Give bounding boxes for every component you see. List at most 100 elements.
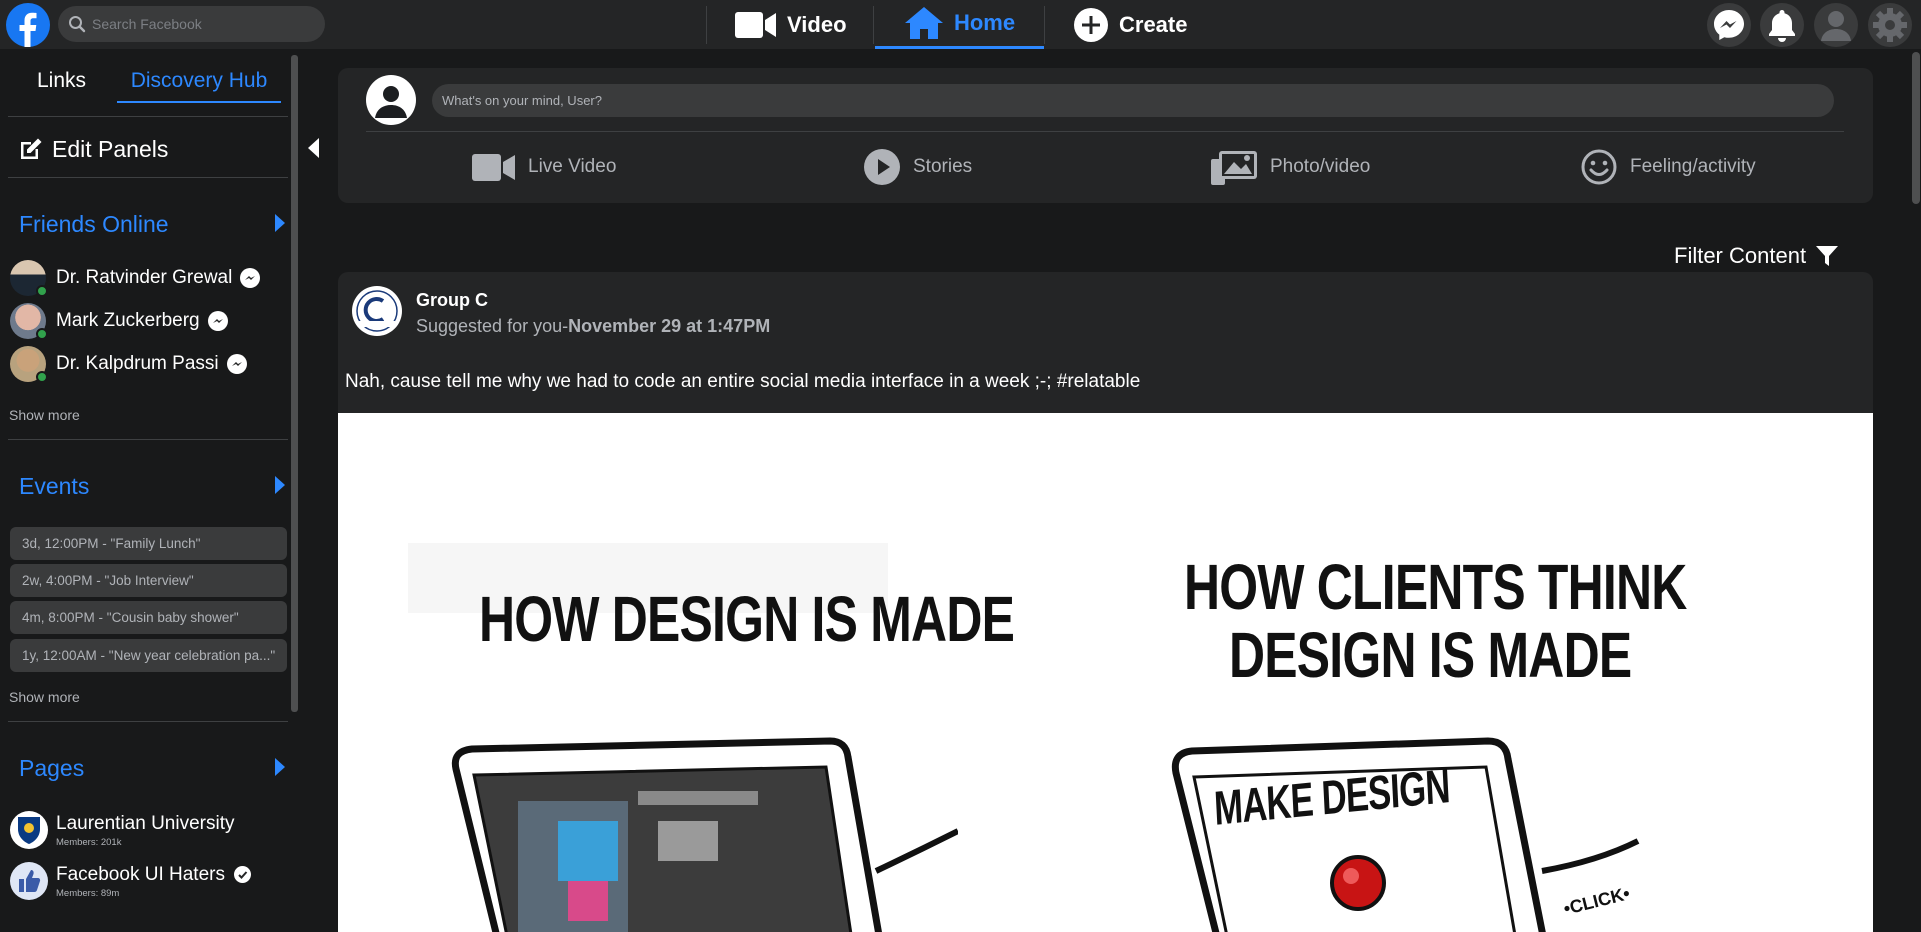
events-heading[interactable]: Events (19, 473, 89, 500)
friends-show-more-link[interactable]: Show more (9, 407, 80, 423)
page-item[interactable]: Facebook UI Haters Members: 89m (10, 862, 251, 900)
gear-icon (1873, 8, 1907, 42)
online-indicator (36, 285, 48, 297)
page-avatar (10, 862, 48, 900)
home-icon (904, 7, 943, 39)
divider (8, 116, 288, 117)
bell-icon (1769, 10, 1795, 42)
page-members: Members: 89m (56, 887, 120, 899)
friend-name: Dr. Kalpdrum Passi (56, 353, 219, 374)
messenger-icon[interactable] (240, 268, 261, 288)
feeling-activity-button[interactable]: Feeling/activity (1580, 145, 1756, 189)
online-indicator (36, 328, 48, 340)
post-image[interactable]: HOW DESIGN IS MADE HOW CLIENTS THINK DES… (338, 413, 1873, 932)
event-item[interactable]: 1y, 12:00AM - "New year celebration pa..… (10, 639, 287, 672)
divider (8, 177, 288, 178)
online-indicator (36, 371, 48, 383)
settings-button[interactable] (1868, 3, 1912, 47)
event-item[interactable]: 4m, 8:00PM - "Cousin baby shower" (10, 601, 287, 634)
nav-divider (873, 6, 874, 44)
tab-discovery-hub[interactable]: Discovery Hub (117, 69, 281, 103)
event-item[interactable]: 3d, 12:00PM - "Family Lunch" (10, 527, 287, 560)
messenger-icon[interactable] (207, 311, 228, 331)
search-input[interactable] (92, 16, 312, 32)
friends-online-heading[interactable]: Friends Online (19, 211, 169, 238)
facebook-logo-icon[interactable] (6, 3, 50, 47)
meme-right-heading-1: HOW CLIENTS THINK (1184, 551, 1687, 623)
nav-video-button[interactable]: Video (735, 0, 847, 49)
nav-home-label: Home (953, 10, 1016, 35)
post-suggested: Suggested for you- (416, 316, 569, 336)
messenger-button[interactable] (1707, 3, 1751, 47)
divider (8, 721, 288, 722)
tab-links[interactable]: Links (37, 69, 86, 93)
friend-item[interactable]: Mark Zuckerberg (10, 303, 228, 340)
page-name: Laurentian University (56, 812, 235, 834)
page-name: Facebook UI Haters (56, 863, 225, 885)
status-input[interactable] (432, 84, 1834, 117)
smiley-icon (1581, 149, 1617, 185)
user-avatar[interactable] (366, 75, 416, 125)
verified-badge-icon (233, 866, 251, 883)
profile-icon (1821, 11, 1851, 41)
sidebar-scrollbar[interactable] (291, 55, 298, 712)
filter-icon (1816, 246, 1839, 266)
messenger-icon[interactable] (226, 354, 247, 374)
plus-circle-icon (1074, 7, 1108, 42)
nav-divider (706, 6, 707, 44)
nav-create-button[interactable]: Create (1073, 0, 1187, 49)
meme-left-heading: HOW DESIGN IS MADE (479, 583, 1015, 655)
group-avatar[interactable] (352, 286, 402, 336)
friend-item[interactable]: Dr. Kalpdrum Passi (10, 346, 247, 383)
collapse-sidebar-icon[interactable] (308, 138, 319, 158)
page-item[interactable]: Laurentian University Members: 201k (10, 811, 234, 849)
profile-button[interactable] (1814, 3, 1858, 47)
notifications-button[interactable] (1760, 3, 1804, 47)
video-camera-icon (472, 154, 515, 181)
pages-expand-icon[interactable] (275, 758, 285, 776)
event-item[interactable]: 2w, 4:00PM - "Job Interview" (10, 564, 287, 597)
nav-video-label: Video (787, 11, 847, 37)
filter-content-button[interactable]: Filter Content (1674, 243, 1839, 269)
friend-item[interactable]: Dr. Ratvinder Grewal (10, 260, 261, 297)
left-sidebar: Links Discovery Hub Edit Panels Friends … (0, 49, 300, 926)
edit-panels-button[interactable]: Edit Panels (18, 136, 168, 163)
laptop-left-illustration (451, 737, 958, 932)
search-bar[interactable] (58, 6, 325, 42)
events-show-more-link[interactable]: Show more (9, 689, 80, 705)
friends-online-expand-icon[interactable] (275, 214, 285, 232)
video-camera-icon (735, 11, 776, 38)
post-timestamp[interactable]: November 29 at 1:47PM (568, 316, 770, 336)
main-scrollbar[interactable] (1912, 52, 1920, 204)
feeling-activity-label: Feeling/activity (1630, 156, 1756, 177)
sidebar-tabs: Links Discovery Hub (8, 69, 288, 105)
stories-button[interactable]: Stories (863, 145, 972, 189)
page-members: Members: 201k (56, 836, 122, 848)
friend-name: Dr. Ratvinder Grewal (56, 267, 233, 288)
avatar (10, 346, 48, 383)
live-video-label: Live Video (528, 156, 617, 177)
photo-video-button[interactable]: Photo/video (1210, 145, 1370, 189)
search-icon (69, 16, 86, 33)
divider (8, 439, 288, 440)
filter-content-label: Filter Content (1674, 243, 1807, 268)
avatar (10, 303, 48, 340)
messenger-icon (1714, 10, 1744, 40)
top-navigation-bar: Video Home Create (0, 0, 1921, 49)
divider (366, 131, 1844, 132)
post-meta: Suggested for you-November 29 at 1:47PM (416, 316, 770, 337)
edit-icon (21, 138, 42, 159)
events-expand-icon[interactable] (275, 476, 285, 494)
photos-icon (1211, 151, 1257, 185)
nav-divider (1044, 6, 1045, 44)
nav-home-button[interactable]: Home (875, 0, 1044, 49)
photo-video-label: Photo/video (1270, 156, 1371, 177)
post-text: Nah, cause tell me why we had to code an… (345, 371, 1141, 392)
avatar (10, 260, 48, 297)
live-video-button[interactable]: Live Video (472, 145, 616, 189)
pages-heading[interactable]: Pages (19, 755, 84, 782)
stories-label: Stories (913, 156, 973, 177)
post-composer: Live Video Stories Photo/video Feeling/a… (338, 68, 1873, 203)
page-avatar (10, 811, 48, 849)
post-group-name[interactable]: Group C (416, 290, 488, 311)
